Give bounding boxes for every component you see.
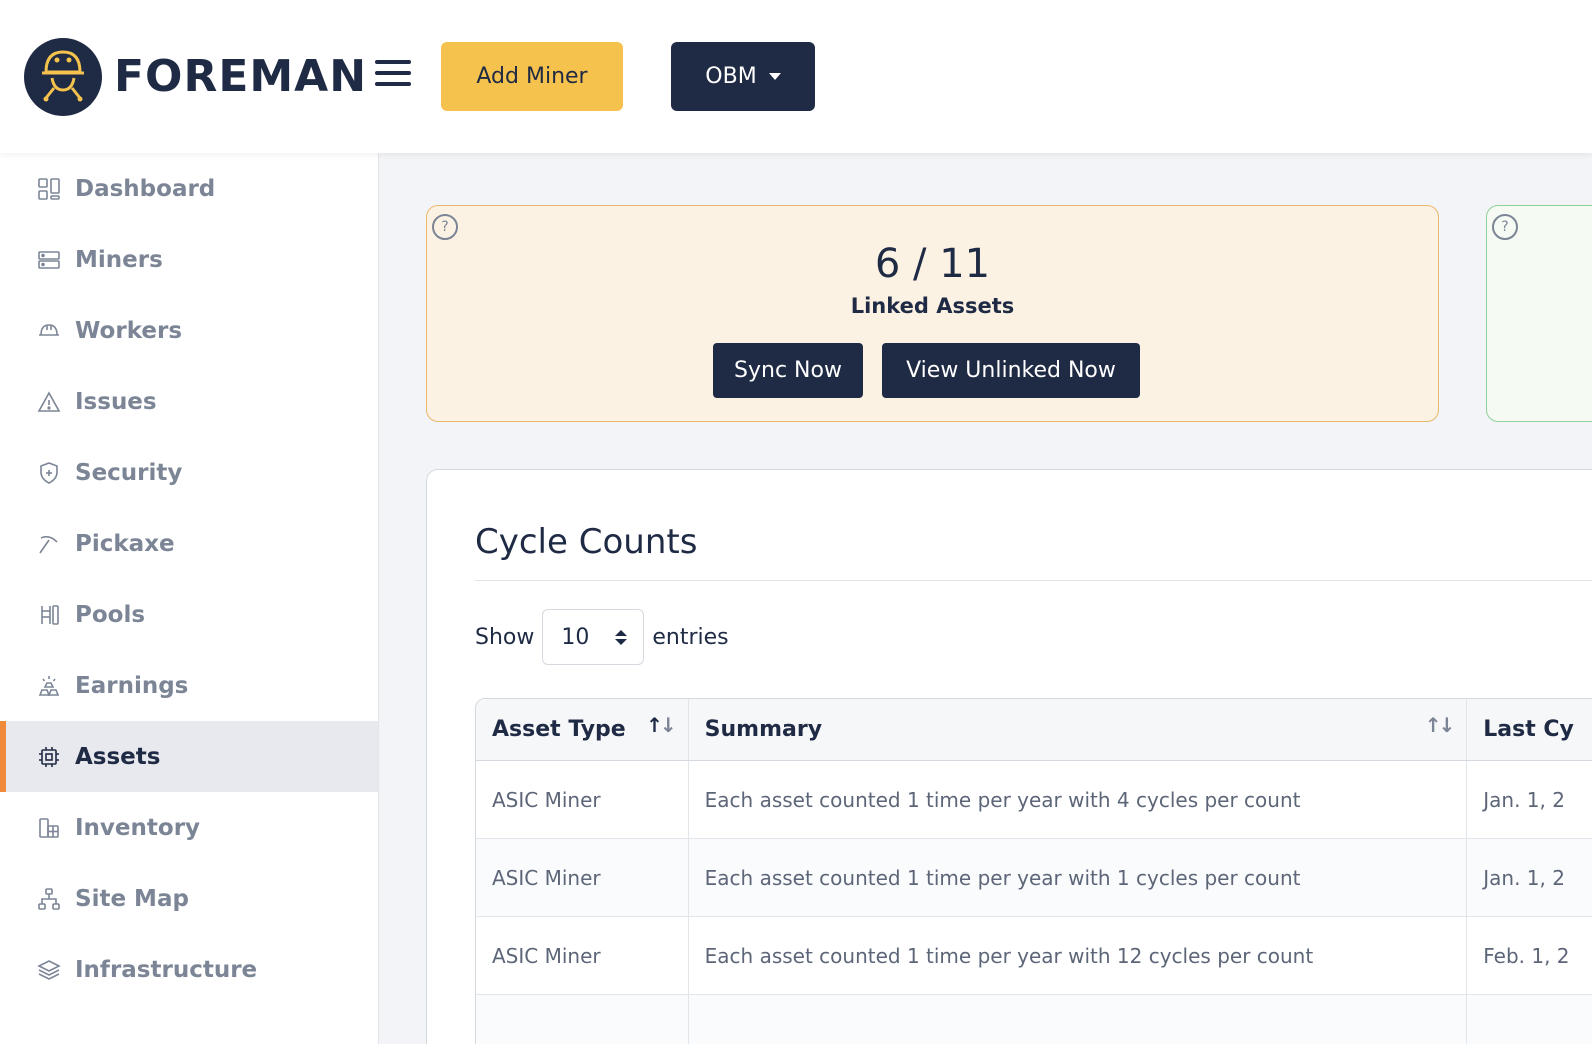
sidebar-item-label: Infrastructure — [75, 956, 258, 983]
sidebar-item-pools[interactable]: Pools — [0, 579, 378, 650]
cell-asset-type: ASIC Miner — [476, 839, 689, 916]
org-dropdown-label: OBM — [705, 64, 757, 89]
gold-bars-icon — [36, 673, 62, 699]
sidebar-item-infrastructure[interactable]: Infrastructure — [0, 934, 378, 1005]
cycle-counts-panel: Cycle Counts Show 10 entries Asset Type … — [426, 469, 1592, 1044]
top-header: FOREMAN Add Miner OBM — [0, 0, 1592, 153]
sidebar-item-inventory[interactable]: Inventory — [0, 792, 378, 863]
server-icon — [36, 247, 62, 273]
chip-icon — [36, 744, 62, 770]
table-header: Asset Type ↑↓ Summary ↑↓ Last Cy — [476, 699, 1592, 761]
linked-assets-card: ? 6 / 11 Linked Assets Sync Now View Unl… — [426, 205, 1439, 422]
sidebar-item-label: Inventory — [75, 814, 201, 841]
cell-last-cycle: Jan. 1, 2 — [1483, 787, 1565, 812]
sort-icon[interactable]: ↑↓ — [1425, 713, 1455, 737]
cell-summary: Each asset counted 1 time per year with … — [689, 839, 1468, 916]
sidebar-item-label: Site Map — [75, 885, 189, 912]
secondary-stat-card: ? — [1486, 205, 1592, 422]
shield-icon — [36, 460, 62, 486]
sidebar-item-site-map[interactable]: Site Map — [0, 863, 378, 934]
org-dropdown-button[interactable]: OBM — [671, 42, 815, 111]
page-size-value: 10 — [561, 624, 590, 650]
page-size-control: Show 10 entries — [475, 609, 729, 665]
page-size-select[interactable]: 10 — [542, 609, 645, 665]
sidebar-item-label: Earnings — [75, 672, 189, 699]
cell-asset-type: ASIC Miner — [476, 917, 689, 994]
sidebar-item-label: Issues — [75, 388, 157, 415]
linked-assets-value: 6 / 11 — [874, 241, 991, 287]
linked-assets-label: Linked Assets — [850, 294, 1015, 318]
table-row[interactable]: ASIC Miner Each asset counted 1 time per… — [476, 839, 1592, 917]
sidebar: Dashboard Miners Workers Issues Security… — [0, 153, 379, 1044]
cell-summary: Each asset counted 1 time per year with … — [689, 917, 1468, 994]
sidebar-item-issues[interactable]: Issues — [0, 366, 378, 437]
foreman-logo-icon[interactable] — [24, 38, 102, 116]
sidebar-item-security[interactable]: Security — [0, 437, 378, 508]
table-row[interactable]: ASIC Miner Each asset counted 1 time per… — [476, 917, 1592, 995]
divider — [475, 580, 1592, 581]
column-header-last-cycle[interactable]: Last Cy — [1467, 699, 1592, 760]
cell-last-cycle: Feb. 1, 2 — [1483, 943, 1570, 968]
cell-summary: Each asset counted 1 time per year with … — [689, 761, 1468, 838]
panel-title: Cycle Counts — [475, 522, 698, 562]
select-arrows-icon — [615, 629, 628, 645]
sync-now-button[interactable]: Sync Now — [713, 343, 863, 398]
table-row[interactable]: ASIC Miner Each asset counted 1 time per… — [476, 761, 1592, 839]
sidebar-item-label: Workers — [75, 317, 183, 344]
help-icon[interactable]: ? — [1492, 214, 1518, 240]
view-unlinked-button[interactable]: View Unlinked Now — [882, 343, 1140, 398]
cycle-counts-table: Asset Type ↑↓ Summary ↑↓ Last Cy ASIC Mi… — [475, 698, 1592, 1044]
warning-icon — [36, 389, 62, 415]
menu-toggle-icon[interactable] — [375, 60, 413, 90]
sidebar-item-label: Dashboard — [75, 175, 216, 202]
cell-summary — [689, 995, 1468, 1044]
sidebar-item-earnings[interactable]: Earnings — [0, 650, 378, 721]
dashboard-icon — [36, 176, 62, 202]
sidebar-item-label: Security — [75, 459, 183, 486]
cell-last-cycle: Jan. 1, 2 — [1483, 865, 1565, 890]
entries-label: entries — [652, 624, 729, 650]
cell-asset-type — [476, 995, 689, 1044]
sitemap-icon — [36, 886, 62, 912]
brand-name: FOREMAN — [114, 51, 368, 102]
cell-last-cycle — [1467, 995, 1592, 1044]
sidebar-item-assets[interactable]: Assets — [0, 721, 378, 792]
help-icon[interactable]: ? — [432, 214, 458, 240]
pools-icon — [36, 602, 62, 628]
show-label: Show — [475, 624, 535, 650]
pickaxe-icon — [36, 531, 62, 557]
sidebar-item-pickaxe[interactable]: Pickaxe — [0, 508, 378, 579]
sidebar-item-dashboard[interactable]: Dashboard — [0, 153, 378, 224]
sort-icon[interactable]: ↑↓ — [646, 713, 676, 737]
sidebar-item-label: Assets — [75, 743, 161, 770]
column-header-summary[interactable]: Summary ↑↓ — [689, 699, 1468, 760]
hardhat-icon — [36, 318, 62, 344]
layers-icon — [36, 957, 62, 983]
add-miner-button[interactable]: Add Miner — [441, 42, 623, 111]
sidebar-item-miners[interactable]: Miners — [0, 224, 378, 295]
column-header-asset-type[interactable]: Asset Type ↑↓ — [476, 699, 689, 760]
cell-asset-type: ASIC Miner — [476, 761, 689, 838]
inventory-icon — [36, 815, 62, 841]
sidebar-item-label: Pickaxe — [75, 530, 175, 557]
sidebar-item-workers[interactable]: Workers — [0, 295, 378, 366]
table-row[interactable] — [476, 995, 1592, 1044]
caret-down-icon — [768, 73, 781, 80]
sidebar-item-label: Miners — [75, 246, 163, 273]
sidebar-item-label: Pools — [75, 601, 146, 628]
